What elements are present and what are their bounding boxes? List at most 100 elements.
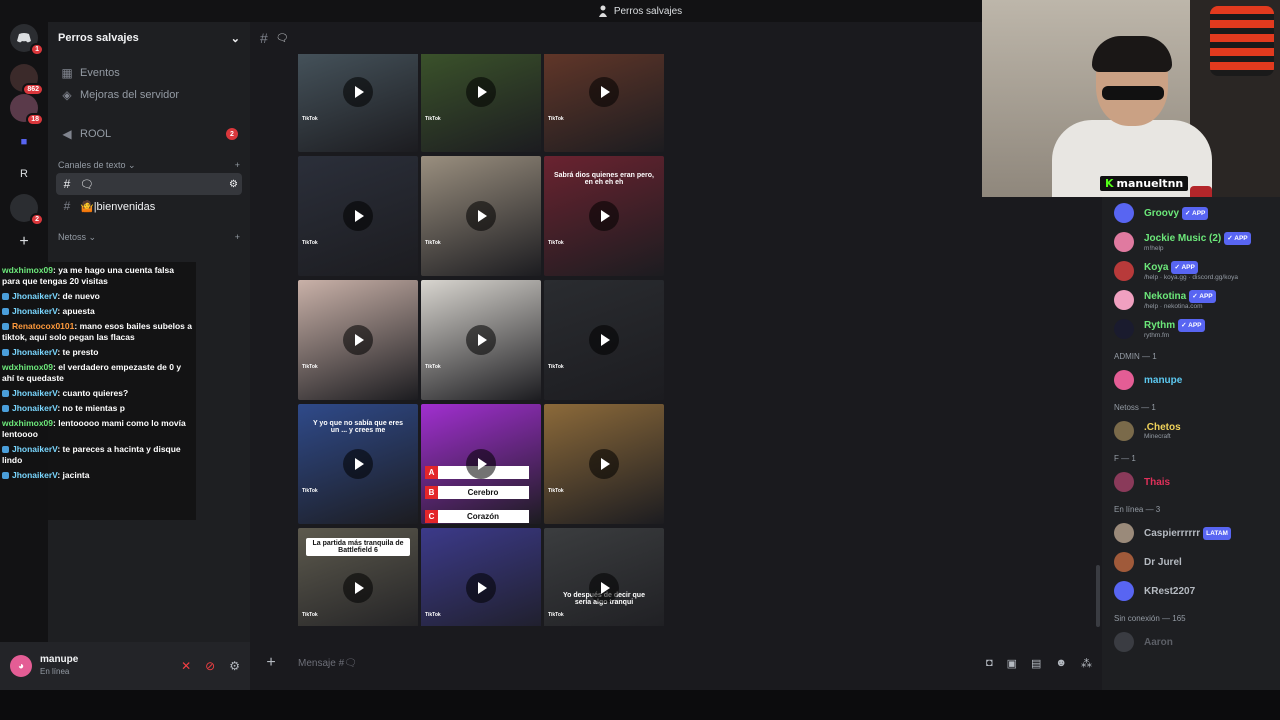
speaker-icon: ◀ bbox=[62, 127, 72, 141]
member-item[interactable]: .Chetos Minecraft bbox=[1114, 417, 1274, 445]
add-server-button[interactable]: + bbox=[10, 228, 38, 256]
member-item[interactable]: Caspierrrrrr LATAM bbox=[1114, 519, 1274, 547]
tiktok-watermark: TikTok bbox=[425, 116, 441, 122]
chat-username: JhonaikerV bbox=[12, 388, 58, 398]
server-header[interactable]: Perros salvajes ⌄ bbox=[48, 22, 250, 54]
play-icon[interactable] bbox=[466, 77, 496, 107]
chat-username: JhonaikerV bbox=[12, 306, 58, 316]
play-icon[interactable] bbox=[466, 325, 496, 355]
attach-plus-icon[interactable]: + bbox=[260, 654, 282, 672]
direct-messages-button[interactable]: 1 bbox=[10, 24, 44, 56]
discord-app: Perros salvajes 1 862 18 ■ R 2 + Perros … bbox=[0, 0, 1280, 690]
member-item[interactable]: KRest2207 bbox=[1114, 577, 1274, 605]
app-badge: ✓ APP bbox=[1171, 261, 1198, 274]
chat-username: JhonaikerV bbox=[12, 403, 58, 413]
play-icon[interactable] bbox=[589, 77, 619, 107]
member-list-scrollbar[interactable] bbox=[1096, 565, 1100, 627]
rool-item[interactable]: ◀ ROOL 2 bbox=[56, 123, 242, 145]
video-tile[interactable]: TikTok bbox=[298, 280, 418, 400]
headset-deafened-icon[interactable]: ⊘ bbox=[205, 659, 215, 673]
gift-icon[interactable]: ◘ bbox=[986, 657, 993, 670]
member-group-header: Netoss — 1 bbox=[1114, 403, 1156, 412]
chat-text: : cuanto quieres? bbox=[57, 388, 129, 398]
emoji-icon[interactable]: ☻ bbox=[1055, 657, 1067, 670]
member-item[interactable]: Groovy ✓ APP bbox=[1114, 199, 1274, 227]
channel-header: # 🗨 bbox=[250, 22, 1102, 54]
server-icon-2[interactable]: 18 bbox=[10, 94, 44, 126]
play-icon[interactable] bbox=[589, 573, 619, 603]
sticker-icon[interactable]: ▤ bbox=[1031, 657, 1041, 670]
channel-bienvenidas[interactable]: # 🤷|bienvenidas bbox=[56, 195, 242, 217]
gif-icon[interactable]: ▣ bbox=[1007, 657, 1017, 670]
play-icon[interactable] bbox=[343, 449, 373, 479]
video-tile[interactable]: TikTok bbox=[544, 54, 664, 152]
member-item[interactable]: Dr Jurel bbox=[1114, 548, 1274, 576]
badge-icon bbox=[2, 323, 9, 330]
app-badge: ✓ APP bbox=[1189, 290, 1216, 303]
message-input[interactable]: Mensaje #🗨 bbox=[298, 658, 357, 669]
server-boosts-item[interactable]: ◈ Mejoras del servidor bbox=[56, 84, 242, 106]
video-tile[interactable]: TikTok bbox=[421, 156, 541, 276]
video-tile[interactable]: Yo después de decir que sería algo tranq… bbox=[544, 528, 664, 626]
apps-icon[interactable]: ⁂ bbox=[1081, 657, 1092, 670]
video-tile[interactable]: TikTok bbox=[421, 54, 541, 152]
video-tile[interactable]: TikTok bbox=[298, 156, 418, 276]
tiktok-watermark: TikTok bbox=[548, 364, 564, 370]
member-item[interactable]: Nekotina ✓ APP/help · nekotina.com bbox=[1114, 286, 1274, 314]
chat-text: : te presto bbox=[57, 347, 99, 357]
chat-message: JhonaikerV: apuesta bbox=[2, 306, 194, 317]
play-icon[interactable] bbox=[343, 201, 373, 231]
avatar[interactable]: ◕ bbox=[10, 655, 32, 677]
video-tile[interactable]: A B Cerebro C Corazón bbox=[421, 404, 541, 524]
badge-icon bbox=[2, 390, 9, 397]
video-tile[interactable]: La partida más tranquila de Battlefield … bbox=[298, 528, 418, 626]
play-icon[interactable] bbox=[589, 449, 619, 479]
mention-badge: 2 bbox=[226, 128, 238, 140]
tiktok-watermark: TikTok bbox=[425, 612, 441, 618]
folder-icon[interactable]: ■ bbox=[10, 128, 38, 156]
video-tile[interactable]: Sabrá dios quienes eran pero, en eh eh e… bbox=[544, 156, 664, 276]
server-icon-1[interactable]: 862 bbox=[10, 64, 44, 96]
server-icon-r[interactable]: R bbox=[10, 160, 38, 188]
play-icon[interactable] bbox=[466, 449, 496, 479]
video-tile[interactable]: TikTok bbox=[421, 280, 541, 400]
video-tile[interactable]: TikTok bbox=[421, 528, 541, 626]
video-tile[interactable]: TikTok bbox=[544, 280, 664, 400]
add-channel-icon[interactable]: + bbox=[235, 232, 240, 243]
member-item[interactable]: Thais bbox=[1114, 468, 1274, 496]
member-activity: /help · koya.gg · discord.gg/koya bbox=[1144, 274, 1238, 281]
settings-gear-icon[interactable]: ⚙ bbox=[229, 659, 240, 673]
play-icon[interactable] bbox=[466, 201, 496, 231]
avatar bbox=[1114, 632, 1134, 652]
add-channel-icon[interactable]: + bbox=[235, 160, 240, 171]
main-channel-area: # 🗨 TikTok TikTok TikTok TikTok TikTok Sabrá … bbox=[250, 22, 1102, 690]
member-item[interactable]: manupe bbox=[1114, 366, 1274, 394]
video-tile[interactable]: TikTok bbox=[544, 404, 664, 524]
chat-message: JhonaikerV: jacinta bbox=[2, 470, 194, 481]
play-icon[interactable] bbox=[343, 325, 373, 355]
badge-icon bbox=[2, 446, 9, 453]
play-icon[interactable] bbox=[589, 201, 619, 231]
chat-message: JhonaikerV: no te mientas p bbox=[2, 403, 194, 414]
video-tile[interactable]: TikTok bbox=[298, 54, 418, 152]
play-icon[interactable] bbox=[343, 573, 373, 603]
events-item[interactable]: ▦ Eventos bbox=[56, 62, 242, 84]
netoss-category[interactable]: Netoss ⌄ + bbox=[58, 232, 240, 243]
mic-muted-icon[interactable]: ✕ bbox=[181, 659, 191, 673]
message-composer[interactable]: + Mensaje #🗨 ◘ ▣ ▤ ☻ ⁂ bbox=[260, 647, 1092, 679]
streamer-handle: Kmanueltnn bbox=[1100, 176, 1189, 191]
play-icon[interactable] bbox=[466, 573, 496, 603]
text-channels-category[interactable]: Canales de texto ⌄ + bbox=[58, 160, 240, 171]
member-item[interactable]: Aaron bbox=[1114, 628, 1274, 656]
server-icon-perros-salvajes[interactable]: 2 bbox=[10, 194, 44, 226]
member-activity: /help · nekotina.com bbox=[1144, 303, 1203, 310]
channel-active[interactable]: # 🗨 ⚙ bbox=[56, 173, 242, 195]
member-item[interactable]: Koya ✓ APP/help · koya.gg · discord.gg/ko… bbox=[1114, 257, 1274, 285]
video-tile[interactable]: Y yo que no sabía que eres un ... y cree… bbox=[298, 404, 418, 524]
play-icon[interactable] bbox=[343, 77, 373, 107]
invite-settings-icon[interactable]: ⚙ bbox=[229, 179, 238, 190]
chat-username: JhonaikerV bbox=[12, 470, 58, 480]
member-item[interactable]: Rythm ✓ APP rythm.fm bbox=[1114, 315, 1274, 343]
member-item[interactable]: Jockie Music (2) ✓ APP m!help bbox=[1114, 228, 1274, 256]
play-icon[interactable] bbox=[589, 325, 619, 355]
